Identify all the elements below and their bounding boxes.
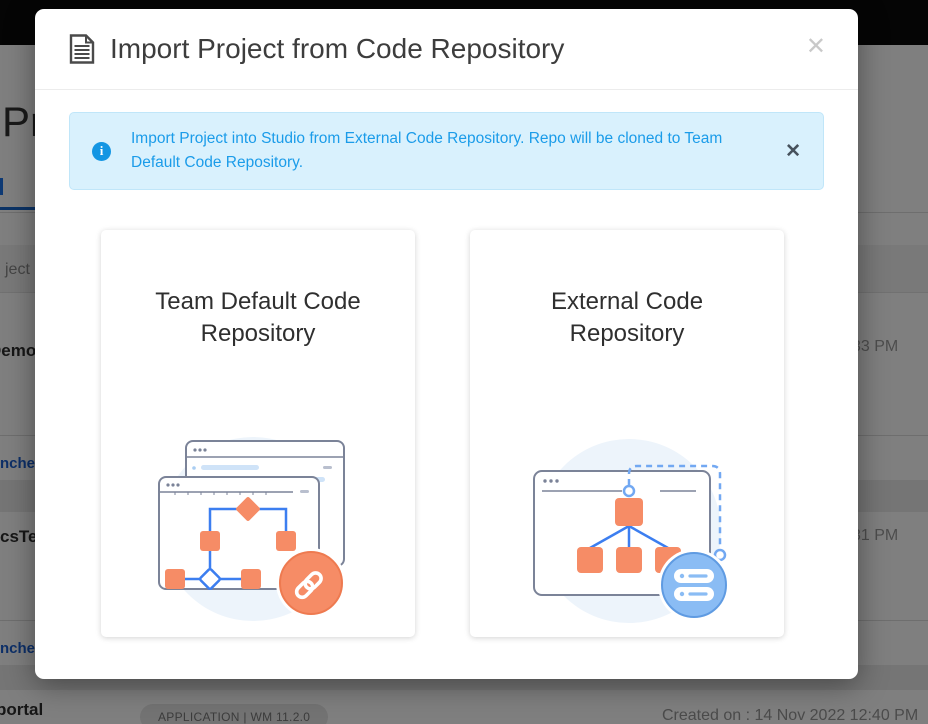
import-project-modal: Import Project from Code Repository ✕ i …	[35, 9, 858, 679]
info-banner-text: Import Project into Studio from External…	[131, 127, 731, 175]
repository-options: Team Default Code Repository	[35, 190, 858, 637]
document-icon	[69, 34, 95, 64]
info-icon: i	[92, 142, 111, 161]
info-banner-close-button[interactable]: ✕	[785, 142, 801, 161]
server-icon	[658, 549, 730, 621]
link-icon	[276, 548, 346, 618]
modal-header: Import Project from Code Repository ✕	[35, 9, 858, 90]
card-title: Team Default Code Repository	[142, 286, 374, 351]
info-banner: i Import Project into Studio from Extern…	[69, 112, 824, 190]
team-default-repo-card[interactable]: Team Default Code Repository	[101, 230, 415, 637]
card-title: External Code Repository	[511, 286, 743, 351]
modal-title: Import Project from Code Repository	[110, 33, 564, 65]
screen: Pro ject Demo 33 PM nche csTe 31 PM nche…	[0, 0, 928, 724]
team-repo-illustration	[153, 421, 363, 631]
external-repo-illustration	[522, 421, 732, 631]
external-repo-card[interactable]: External Code Repository	[470, 230, 784, 637]
modal-close-button[interactable]: ✕	[806, 35, 826, 59]
